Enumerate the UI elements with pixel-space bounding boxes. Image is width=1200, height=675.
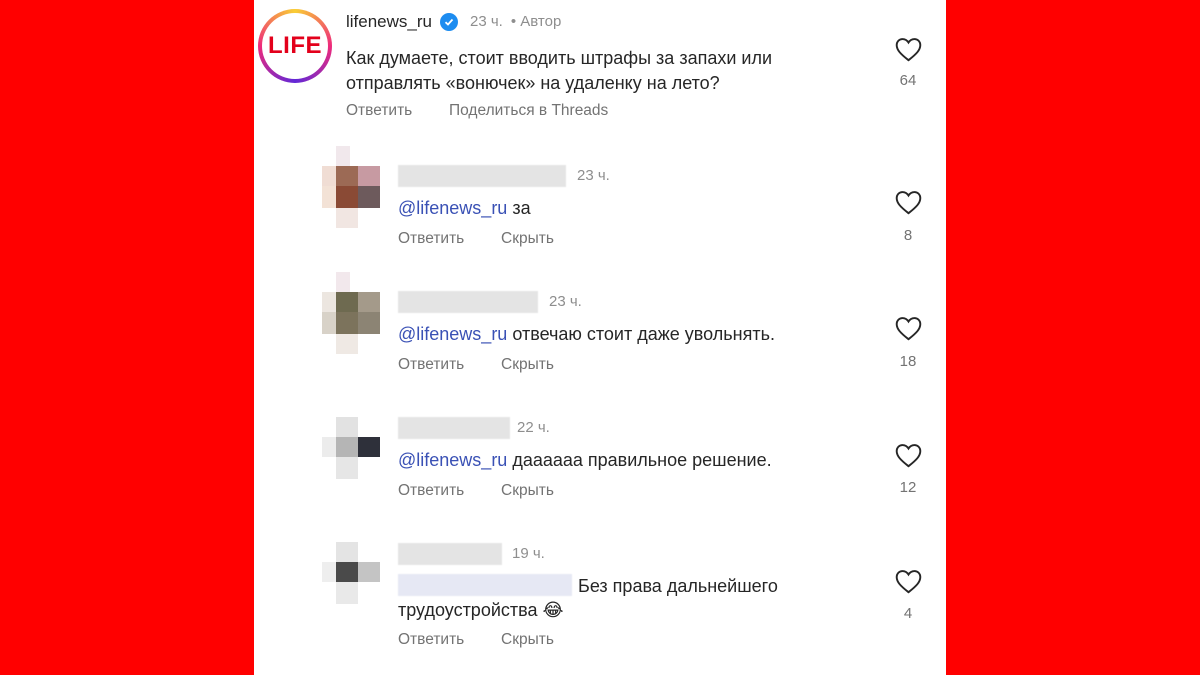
post-like-count: 64 (899, 72, 917, 89)
reply-1-avatar[interactable] (322, 146, 380, 230)
reply-1-hide-button[interactable]: Скрыть (501, 230, 554, 248)
reply-1-time: 23 ч. (577, 167, 610, 184)
reply-4-username-blurred[interactable] (398, 543, 502, 565)
reply-4-time: 19 ч. (512, 545, 545, 562)
reply-4-text-line-2: трудоустройства 😂 (398, 600, 564, 620)
post-text-line-2: отправлять «вонючек» на удаленку на лето… (346, 73, 720, 93)
reply-3-time: 22 ч. (517, 419, 550, 436)
reply-4-hide-button[interactable]: Скрыть (501, 631, 554, 649)
reply-2-text: @lifenews_ru отвечаю стоит даже увольнят… (398, 322, 775, 346)
reply-4-text-line-1: Без права дальнейшего (578, 576, 778, 596)
comments-panel: LIFE lifenews_ru 23 ч. • Автор Как думае… (254, 0, 946, 675)
reply-1-like-count: 8 (903, 227, 913, 244)
heart-icon[interactable] (895, 190, 922, 215)
reply-1-mention[interactable]: @lifenews_ru (398, 198, 507, 218)
reply-2-username-blurred[interactable] (398, 291, 538, 313)
reply-3-username-blurred[interactable] (398, 417, 510, 439)
heart-icon[interactable] (895, 569, 922, 594)
reply-3-like-count: 12 (899, 479, 917, 496)
reply-3-text: @lifenews_ru даааааа правильное решение. (398, 448, 772, 472)
post-username[interactable]: lifenews_ru (346, 10, 432, 34)
reply-1-text: @lifenews_ru за (398, 196, 531, 220)
reply-4-mention-blurred[interactable] (398, 574, 572, 596)
reply-4-like-count: 4 (903, 605, 913, 622)
reply-4-reply-button[interactable]: Ответить (398, 631, 464, 649)
reply-3-hide-button[interactable]: Скрыть (501, 482, 554, 500)
reply-1-reply-button[interactable]: Ответить (398, 230, 464, 248)
reply-2-mention[interactable]: @lifenews_ru (398, 324, 507, 344)
share-threads-button[interactable]: Поделиться в Threads (449, 102, 608, 120)
reply-2-hide-button[interactable]: Скрыть (501, 356, 554, 374)
reply-3-avatar[interactable] (322, 417, 380, 481)
reply-1-body: за (512, 198, 531, 218)
reply-1-username-blurred[interactable] (398, 165, 566, 187)
heart-icon[interactable] (895, 37, 922, 62)
reply-3-reply-button[interactable]: Ответить (398, 482, 464, 500)
heart-icon[interactable] (895, 316, 922, 341)
author-badge: • Автор (510, 13, 562, 30)
reply-3-body: даааааа правильное решение. (512, 450, 772, 470)
reply-3-mention[interactable]: @lifenews_ru (398, 450, 507, 470)
life-logo: LIFE (268, 32, 322, 59)
reply-4-avatar[interactable] (322, 542, 380, 606)
lifenews-avatar[interactable]: LIFE (258, 9, 332, 83)
reply-2-reply-button[interactable]: Ответить (398, 356, 464, 374)
post-time: 23 ч. (470, 13, 503, 30)
reply-2-time: 23 ч. (549, 293, 582, 310)
reply-2-like-count: 18 (899, 353, 917, 370)
post-text-line-1: Как думаете, стоит вводить штрафы за зап… (346, 48, 773, 68)
verified-badge-icon (440, 13, 458, 31)
reply-2-avatar[interactable] (322, 272, 380, 356)
post-reply-button[interactable]: Ответить (346, 102, 412, 120)
heart-icon[interactable] (895, 443, 922, 468)
reply-2-body: отвечаю стоит даже увольнять. (512, 324, 775, 344)
